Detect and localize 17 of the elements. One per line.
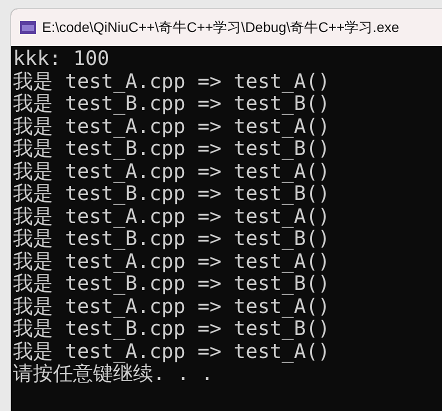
console-line: 我是 test_A.cpp => test_A() [13,340,330,362]
console-line: 我是 test_B.cpp => test_B() [13,272,330,294]
console-line: 我是 test_A.cpp => test_A() [13,70,330,92]
console-line: 我是 test_A.cpp => test_A() [13,114,330,137]
console-line: 我是 test_B.cpp => test_B() [13,182,330,204]
console-line: 我是 test_B.cpp => test_B() [13,227,330,250]
console-line: 我是 test_B.cpp => test_B() [13,92,330,114]
console-app-icon [20,21,36,34]
console-line: 我是 test_A.cpp => test_A() [13,294,330,317]
console-line: 我是 test_B.cpp => test_B() [13,317,330,340]
console-line: 请按任意键继续. . . [13,362,214,384]
console-line: 我是 test_A.cpp => test_A() [13,250,330,272]
console-line: 我是 test_A.cpp => test_A() [13,160,330,182]
console-line: 我是 test_A.cpp => test_A() [13,204,330,227]
console-line: kkk: 100 [13,47,110,70]
window-title: E:\code\QiNiuC++\奇牛C++学习\Debug\奇牛C++学习.exe [42,18,400,37]
console-line: 我是 test_B.cpp => test_B() [13,137,330,160]
